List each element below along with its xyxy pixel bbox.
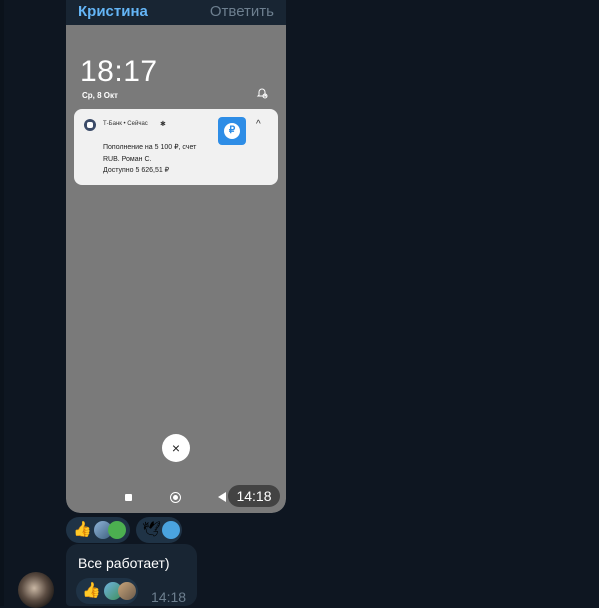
reply-sender-name[interactable]: Кристина	[78, 3, 148, 20]
reply-header: Кристина Ответить	[66, 0, 286, 25]
text-message-bubble[interactable]: Все работает) 👍 14:18	[66, 544, 197, 606]
notification-line-1: Пополнение на 5 100 ₽, счет	[103, 144, 197, 151]
reactor-avatar	[118, 582, 136, 600]
notification-bell-icon: ✱	[160, 121, 166, 128]
message-time: 14:18	[151, 589, 187, 605]
photo-message-bubble[interactable]: Кристина Ответить 18:17 Ср, 8 Окт Т-Банк…	[66, 0, 286, 513]
message-time: 14:18	[228, 485, 280, 507]
lockscreen-time: 18:17	[80, 55, 158, 88]
thumbs-up-emoji: 👍	[82, 582, 101, 599]
reaction-thumbs-up[interactable]: 👍	[66, 517, 130, 543]
bank-notification-card: Т-Банк • Сейчас ✱ Пополнение на 5 100 ₽,…	[74, 109, 278, 185]
close-icon: ×	[162, 434, 190, 462]
payment-thumbnail-icon: ₽	[218, 117, 246, 145]
reactor-avatar	[162, 521, 180, 539]
thumbs-up-emoji: 👍	[73, 521, 92, 538]
chevron-up-icon: ^	[256, 119, 261, 130]
bank-app-icon	[84, 119, 96, 131]
recent-apps-icon	[125, 494, 132, 501]
notification-line-2: RUB. Роман С.	[103, 155, 152, 163]
notification-settings-icon	[256, 88, 268, 99]
message-text: Все работает)	[78, 555, 170, 571]
notification-line-3: Доступно 5 626,51 ₽	[103, 167, 170, 174]
reaction-dove[interactable]: 🕊	[136, 517, 182, 543]
reactor-avatar	[108, 521, 126, 539]
reply-button[interactable]: Ответить	[210, 3, 274, 20]
back-icon	[218, 492, 226, 502]
reaction-thumbs-up[interactable]: 👍	[76, 578, 138, 604]
home-icon	[170, 492, 181, 503]
lockscreen-date: Ср, 8 Окт	[82, 91, 118, 100]
phone-screenshot-image[interactable]: 18:17 Ср, 8 Окт Т-Банк • Сейчас ✱ Пополн…	[66, 25, 286, 513]
dove-emoji: 🕊	[142, 521, 162, 538]
left-divider	[0, 0, 4, 606]
notification-app-line: Т-Банк • Сейчас	[103, 121, 148, 127]
ruble-icon: ₽	[224, 123, 240, 139]
avatar[interactable]	[18, 572, 54, 608]
notification-body: Пополнение на 5 100 ₽, счет RUB. Роман С…	[103, 142, 196, 177]
